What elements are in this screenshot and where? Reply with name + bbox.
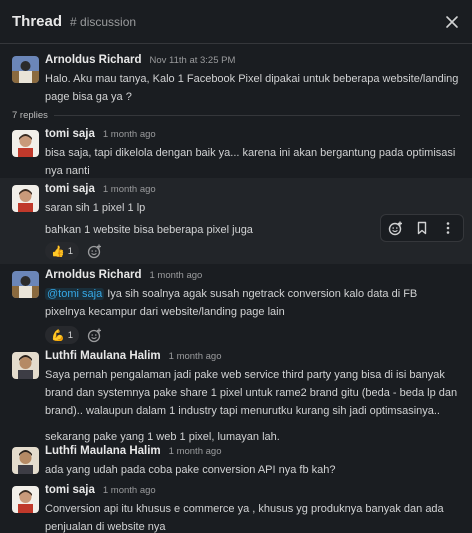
divider <box>53 114 460 116</box>
message-author[interactable]: Luthfi Maulana Halim <box>45 445 161 457</box>
avatar[interactable] <box>12 130 39 157</box>
message-actions-toolbar <box>380 214 464 242</box>
reply-message: Luthfi Maulana Halim 1 month ago Saya pe… <box>0 350 472 446</box>
close-icon[interactable] <box>442 12 462 32</box>
message-text: bisa saja, tapi dikelola dengan baik ya.… <box>45 147 456 177</box>
message-author[interactable]: tomi saja <box>45 183 95 195</box>
avatar[interactable] <box>12 271 39 298</box>
bookmark-icon[interactable] <box>411 217 433 239</box>
reactions: 💪 1 <box>45 324 460 346</box>
message-text: Halo. Aku mau tanya, Kalo 1 Facebook Pix… <box>45 73 459 103</box>
message-timestamp[interactable]: Nov 11th at 3:25 PM <box>149 55 235 66</box>
message-text: @tomi saja Iya sih soalnya agak susah ng… <box>45 285 460 321</box>
reply-message: tomi saja 1 month ago Conversion api itu… <box>0 484 472 533</box>
thumbs-up-icon: 👍 <box>51 244 65 258</box>
message-timestamp[interactable]: 1 month ago <box>103 129 156 140</box>
add-reaction-icon[interactable] <box>85 241 105 261</box>
user-mention[interactable]: @tomi saja <box>45 288 105 300</box>
avatar[interactable] <box>12 352 39 379</box>
message-timestamp[interactable]: 1 month ago <box>169 446 222 457</box>
message-timestamp[interactable]: 1 month ago <box>103 485 156 496</box>
more-actions-icon[interactable] <box>437 217 459 239</box>
message-timestamp[interactable]: 1 month ago <box>169 351 222 362</box>
message-author[interactable]: tomi saja <box>45 128 95 140</box>
channel-name[interactable]: # discussion <box>70 15 136 29</box>
reply-count: 7 replies <box>12 109 48 121</box>
add-reaction-icon[interactable] <box>85 325 105 345</box>
message-timestamp[interactable]: 1 month ago <box>103 184 156 195</box>
parent-message: Arnoldus Richard Nov 11th at 3:25 PM Hal… <box>0 54 472 106</box>
reaction-count: 1 <box>67 329 73 341</box>
thread-header: Thread # discussion <box>0 0 472 44</box>
message-text: Saya pernah pengalaman jadi pake web ser… <box>45 369 458 417</box>
message-text: sekarang pake yang 1 web 1 pixel, lumaya… <box>45 431 280 443</box>
avatar[interactable] <box>12 185 39 212</box>
reactions: 👍 1 <box>45 240 460 262</box>
message-timestamp[interactable]: 1 month ago <box>149 270 202 281</box>
reaction-thumbs-up[interactable]: 👍 1 <box>45 242 79 260</box>
message-author[interactable]: tomi saja <box>45 484 95 496</box>
message-author[interactable]: Arnoldus Richard <box>45 269 141 281</box>
muscle-icon: 💪 <box>51 328 65 342</box>
reply-message: Luthfi Maulana Halim 1 month ago ada yan… <box>0 445 472 479</box>
replies-divider: 7 replies <box>0 108 472 122</box>
message-author[interactable]: Arnoldus Richard <box>45 54 141 66</box>
message-text: Conversion api itu khusus e commerce ya … <box>45 503 444 533</box>
reply-message: tomi saja 1 month ago bisa saja, tapi di… <box>0 128 472 180</box>
avatar[interactable] <box>12 486 39 513</box>
reaction-muscle[interactable]: 💪 1 <box>45 326 79 344</box>
avatar[interactable] <box>12 447 39 474</box>
reply-message: Arnoldus Richard 1 month ago @tomi saja … <box>0 269 472 346</box>
thread-scroll[interactable]: Arnoldus Richard Nov 11th at 3:25 PM Hal… <box>0 45 472 533</box>
avatar[interactable] <box>12 56 39 83</box>
add-reaction-icon[interactable] <box>385 217 407 239</box>
message-text: ada yang udah pada coba pake conversion … <box>45 464 336 476</box>
thread-title: Thread <box>12 13 63 30</box>
reaction-count: 1 <box>67 245 73 257</box>
message-author[interactable]: Luthfi Maulana Halim <box>45 350 161 362</box>
reply-message: tomi saja 1 month ago saran sih 1 pixel … <box>0 178 472 264</box>
